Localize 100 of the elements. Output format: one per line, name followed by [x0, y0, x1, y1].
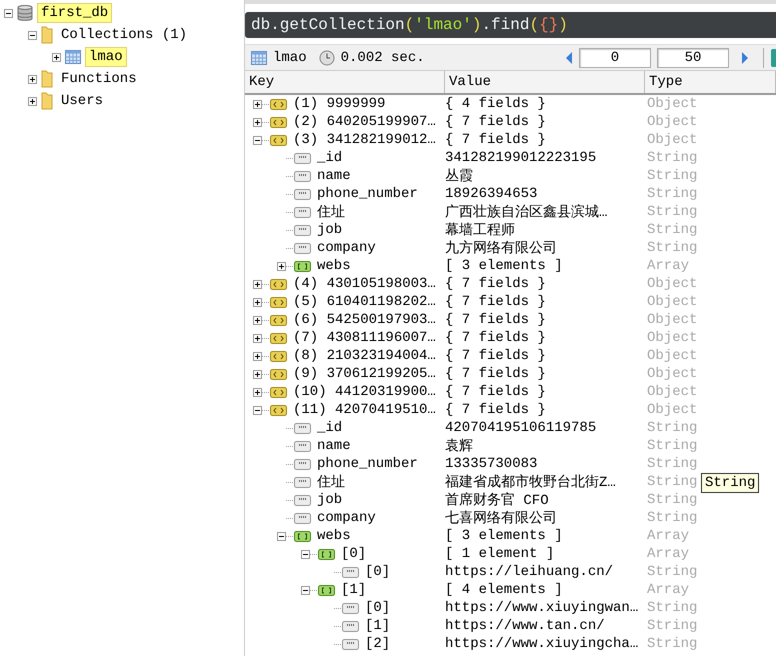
value-cell-text: [ 4 elements ] — [445, 582, 564, 598]
tree-item[interactable]: Users — [57, 91, 108, 111]
value-cell-text: { 7 fields } — [445, 402, 547, 418]
database-icon — [17, 4, 33, 22]
expand-icon[interactable] — [253, 370, 262, 378]
type-cell-text: Object — [646, 402, 698, 418]
type-cell-text: String — [646, 636, 698, 652]
value-cell-text: https://www.xiuyingwan… — [445, 600, 640, 616]
value-cell-text: { 7 fields } — [445, 330, 547, 346]
tree-item[interactable]: first_db — [37, 3, 112, 23]
value-cell-text: 福建省成都市牧野台北街Z… — [445, 473, 617, 491]
column-header[interactable]: Key — [245, 71, 445, 93]
expand-icon[interactable] — [28, 96, 37, 106]
key-cell: (3) 341282199012… — [293, 132, 436, 148]
object-icon — [270, 116, 287, 128]
tree-item[interactable]: Functions — [57, 69, 141, 89]
key-cell: (8) 210323194004… — [293, 348, 436, 364]
collapse-icon[interactable] — [301, 550, 310, 558]
key-cell: (7) 430811196007… — [293, 330, 436, 346]
tree-item[interactable]: lmao — [85, 47, 127, 67]
value-cell-text: 丛霞 — [445, 168, 474, 185]
value-cell-text: { 7 fields } — [445, 132, 547, 148]
value-cell-text: { 4 fields } — [445, 96, 547, 112]
key-cell: company — [317, 510, 376, 526]
type-cell-text: String — [646, 438, 698, 454]
value-cell-text: https://www.tan.cn/ — [445, 618, 606, 634]
key-cell: [0] — [341, 546, 366, 562]
next-page-icon[interactable] — [741, 50, 749, 64]
value-cell-text: { 7 fields } — [445, 276, 547, 292]
value-cell-text: https://www.xiuyingcha… — [445, 636, 640, 652]
type-cell-text: String — [646, 240, 698, 256]
column-header[interactable]: Type — [645, 71, 776, 93]
value-cell-text: { 7 fields } — [445, 366, 547, 382]
expand-icon[interactable] — [253, 334, 262, 342]
key-cell: (9) 370612199205… — [293, 366, 436, 382]
key-cell-text: 住址 — [317, 204, 345, 221]
type-cell-text: Object — [646, 96, 698, 112]
type-cell-text: Array — [646, 582, 690, 598]
key-cell: (6) 542500197903… — [293, 312, 436, 328]
value-cell-text: 341282199012223195 — [445, 150, 598, 166]
type-cell-text: String — [646, 456, 698, 472]
collection-name: lmao — [273, 50, 307, 66]
expand-icon[interactable] — [253, 316, 262, 324]
type-cell-text: Object — [646, 366, 698, 382]
type-cell-text: Object — [646, 330, 698, 346]
type-cell-text: String — [646, 222, 698, 238]
key-cell-text: 住址 — [317, 474, 345, 491]
type-cell-text: String — [646, 204, 698, 220]
query-time: 0.002 sec. — [340, 50, 425, 66]
expand-icon[interactable] — [52, 52, 61, 62]
expand-icon[interactable] — [253, 100, 262, 108]
type-cell-text: Object — [646, 294, 698, 310]
object-icon — [270, 368, 287, 380]
toolbar-icon[interactable] — [770, 48, 776, 68]
object-icon — [270, 296, 287, 308]
type-cell-text: String — [646, 420, 698, 436]
expand-icon[interactable] — [253, 298, 262, 306]
value-cell-text: { 7 fields } — [445, 348, 547, 364]
expand-icon[interactable] — [253, 388, 262, 396]
expand-icon[interactable] — [253, 280, 262, 288]
object-icon — [270, 332, 287, 344]
skip-field[interactable]: 0 — [579, 48, 651, 68]
folder-icon — [41, 92, 53, 110]
table-icon — [65, 50, 81, 64]
type-cell-text: Array — [646, 546, 690, 562]
collection-icon — [251, 50, 267, 64]
collapse-icon[interactable] — [253, 136, 262, 144]
key-cell: [0] — [365, 564, 390, 580]
key-cell: (5) 610401198202… — [293, 294, 436, 310]
tree-item[interactable]: Collections (1) — [57, 25, 192, 45]
object-icon — [270, 314, 287, 326]
key-cell: (11) 42070419510… — [293, 402, 436, 418]
value-cell-text: [ 3 elements ] — [445, 528, 564, 544]
previous-page-icon[interactable] — [565, 50, 573, 64]
value-cell-text: { 7 fields } — [445, 384, 547, 400]
type-cell-text: Object — [646, 132, 698, 148]
key-cell: company — [317, 240, 376, 256]
key-cell: webs — [317, 258, 351, 274]
column-header[interactable]: Value — [445, 71, 645, 93]
type-cell-text: String — [646, 600, 698, 616]
array-icon — [294, 260, 311, 272]
expand-icon[interactable] — [277, 262, 286, 270]
type-cell-text: Array — [646, 528, 690, 544]
collapse-icon[interactable] — [253, 406, 262, 414]
key-cell: name — [317, 438, 351, 454]
expand-icon[interactable] — [253, 352, 262, 360]
collapse-icon[interactable] — [277, 532, 286, 540]
key-cell: [2] — [365, 636, 390, 652]
type-cell-text: String — [646, 168, 698, 184]
expand-icon[interactable] — [253, 118, 262, 126]
expand-icon[interactable] — [28, 74, 37, 84]
collapse-icon[interactable] — [28, 30, 37, 40]
collapse-icon[interactable] — [4, 8, 13, 18]
value-cell-text: 袁辉 — [445, 438, 474, 455]
type-cell-text: String — [646, 474, 698, 490]
query-field[interactable]: db.getCollection('lmao').find({}) — [245, 12, 776, 38]
collapse-icon[interactable] — [301, 586, 310, 594]
limit-field[interactable]: 50 — [657, 48, 729, 68]
type-cell-text: String — [646, 186, 698, 202]
key-cell: [0] — [365, 600, 390, 616]
